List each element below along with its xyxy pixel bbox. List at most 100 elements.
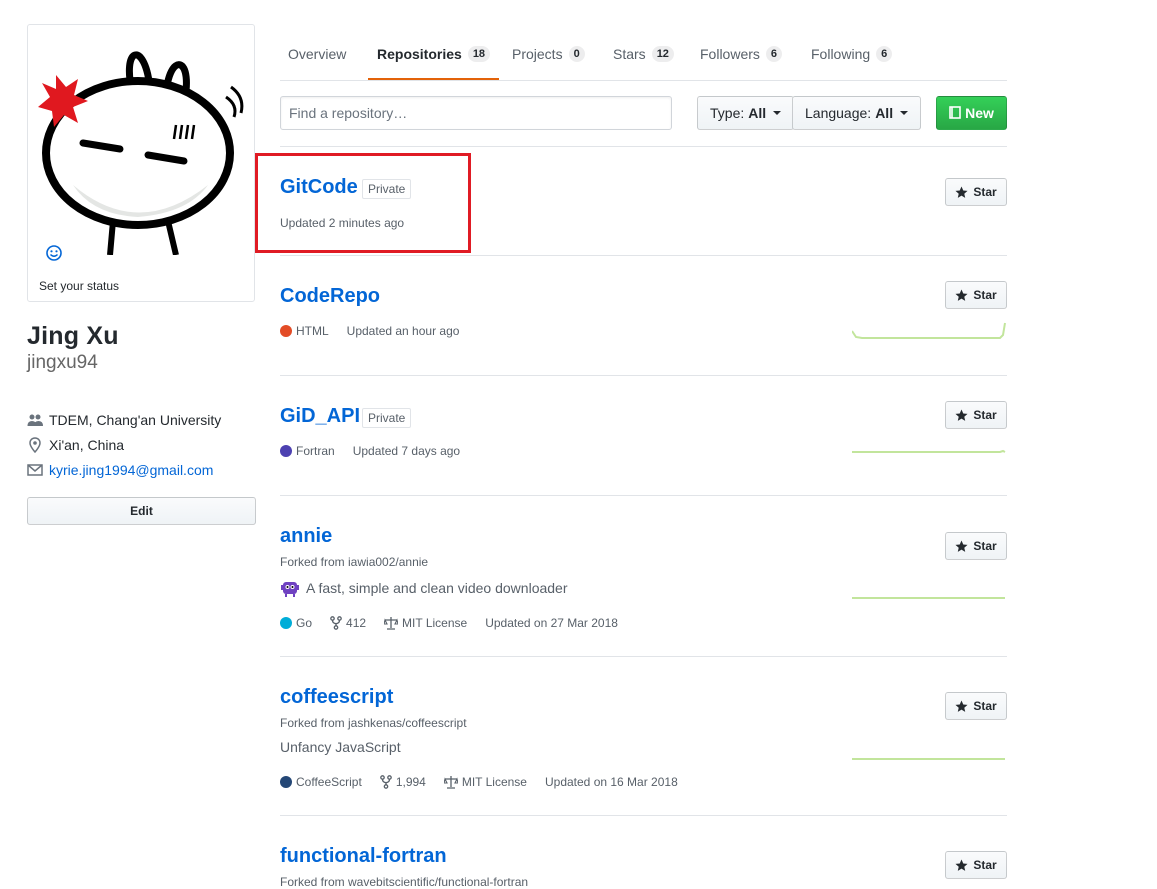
forked-from-text: Forked from jashkenas/coffeescript	[280, 716, 467, 730]
repo-name-link[interactable]: CodeRepo	[280, 285, 380, 308]
tab-counter: 18	[467, 46, 491, 62]
updated-text: Updated on 27 Mar 2018	[485, 616, 618, 630]
star-icon	[955, 699, 968, 712]
divider	[280, 255, 1007, 256]
activity-sparkline	[852, 449, 1006, 453]
law-icon	[384, 617, 399, 630]
star-icon	[955, 288, 968, 301]
tab-counter: 6	[876, 46, 893, 62]
updated-text: Updated an hour ago	[346, 324, 460, 338]
repo-meta: HTML Updated an hour ago	[280, 324, 477, 338]
smiley-icon[interactable]	[46, 245, 62, 261]
language-text: Fortran	[296, 444, 335, 458]
repo-language: CoffeeScript	[280, 775, 362, 789]
star-label: Star	[973, 539, 997, 553]
fork-icon	[330, 616, 342, 630]
tab-followers[interactable]: Followers 6	[700, 30, 783, 78]
fork-count[interactable]: 412	[330, 616, 366, 630]
avatar-card: Set your status	[27, 24, 255, 302]
profile-email: kyrie.jing1994@gmail.com	[27, 462, 213, 478]
tab-label: Stars	[613, 46, 646, 62]
language-text: CoffeeScript	[296, 775, 362, 789]
star-label: Star	[973, 185, 997, 199]
new-repo-button[interactable]: New	[936, 96, 1007, 130]
law-icon	[443, 776, 458, 789]
tab-label: Followers	[700, 46, 760, 62]
forked-from-text: Forked from iawia002/annie	[280, 555, 429, 569]
organization-text: TDEM, Chang'an University	[49, 412, 222, 428]
language-color-dot	[280, 776, 292, 788]
activity-sparkline	[852, 322, 1006, 339]
star-button[interactable]: Star	[945, 532, 1007, 560]
avatar[interactable]	[38, 35, 244, 255]
profile-organization: TDEM, Chang'an University	[27, 412, 221, 428]
tab-overview[interactable]: Overview	[288, 30, 346, 78]
fork-count[interactable]: 1,994	[379, 775, 426, 789]
creature-emoji-icon	[281, 582, 299, 597]
repo-name-link[interactable]: GiD_API	[280, 405, 360, 428]
star-icon	[955, 185, 968, 198]
language-text: Go	[296, 616, 313, 630]
star-button[interactable]: Star	[945, 851, 1007, 879]
language-color-dot	[280, 325, 292, 337]
star-label: Star	[973, 699, 997, 713]
star-button[interactable]: Star	[945, 178, 1007, 206]
divider	[280, 815, 1007, 816]
mail-icon	[27, 464, 43, 476]
description-text: Unfancy JavaScript	[280, 739, 401, 755]
divider	[280, 375, 1007, 376]
repo-license: MIT License	[443, 775, 527, 789]
tab-repositories[interactable]: Repositories 18	[368, 30, 500, 80]
email-link[interactable]: kyrie.jing1994@gmail.com	[49, 462, 213, 478]
type-filter-label: Type:	[710, 105, 745, 121]
repo-language: Go	[280, 616, 312, 630]
tab-label: Repositories	[377, 46, 462, 62]
profile-name: Jing Xu	[27, 322, 119, 350]
description-text: A fast, simple and clean video downloade…	[306, 580, 568, 596]
license-text: MIT License	[461, 775, 527, 789]
highlight-annotation-box	[255, 153, 471, 253]
repo-license: MIT License	[384, 616, 467, 630]
fork-count-text: 1,994	[395, 775, 426, 789]
star-label: Star	[973, 408, 997, 422]
repo-meta: CoffeeScript 1,994 MIT License Updated o…	[280, 775, 696, 789]
edit-profile-button[interactable]: Edit	[27, 497, 256, 525]
tab-projects[interactable]: Projects 0	[512, 30, 585, 78]
divider	[280, 146, 1007, 147]
divider	[280, 656, 1007, 657]
repo-description: A fast, simple and clean video downloade…	[280, 578, 568, 598]
repo-name-link[interactable]: coffeescript	[280, 686, 393, 709]
star-label: Star	[973, 288, 997, 302]
profile-location: Xi'an, China	[27, 437, 124, 453]
location-icon	[29, 437, 41, 453]
repo-meta: Fortran Updated 7 days ago	[280, 444, 478, 458]
language-filter-dropdown[interactable]: Language: All	[792, 96, 922, 130]
divider	[280, 495, 1007, 496]
tab-label: Projects	[512, 46, 563, 62]
activity-sparkline	[852, 758, 1005, 760]
profile-tabs: Overview Repositories 18 Projects 0 Star…	[280, 30, 1007, 81]
star-icon	[955, 408, 968, 421]
type-filter-dropdown[interactable]: Type: All	[697, 96, 795, 130]
star-button[interactable]: Star	[945, 692, 1007, 720]
repo-name-link[interactable]: annie	[280, 525, 332, 548]
people-icon	[27, 414, 43, 426]
repo-language: Fortran	[280, 444, 335, 458]
star-button[interactable]: Star	[945, 281, 1007, 309]
repo-search-input[interactable]	[280, 96, 672, 130]
forked-from-text: Forked from wavebitscientific/functional…	[280, 875, 529, 889]
language-text: HTML	[296, 324, 329, 338]
tab-stars[interactable]: Stars 12	[613, 30, 674, 78]
language-color-dot	[280, 445, 292, 457]
fork-icon	[379, 775, 392, 789]
star-button[interactable]: Star	[945, 401, 1007, 429]
updated-text: Updated 7 days ago	[352, 444, 461, 458]
caret-down-icon	[900, 111, 909, 115]
tab-following[interactable]: Following 6	[811, 30, 893, 78]
set-status-label[interactable]: Set your status	[39, 279, 119, 293]
tab-label: Following	[811, 46, 871, 62]
repo-name-link[interactable]: functional-fortran	[280, 845, 447, 868]
star-label: Star	[973, 858, 997, 872]
star-icon	[955, 858, 968, 871]
license-text: MIT License	[402, 616, 468, 630]
